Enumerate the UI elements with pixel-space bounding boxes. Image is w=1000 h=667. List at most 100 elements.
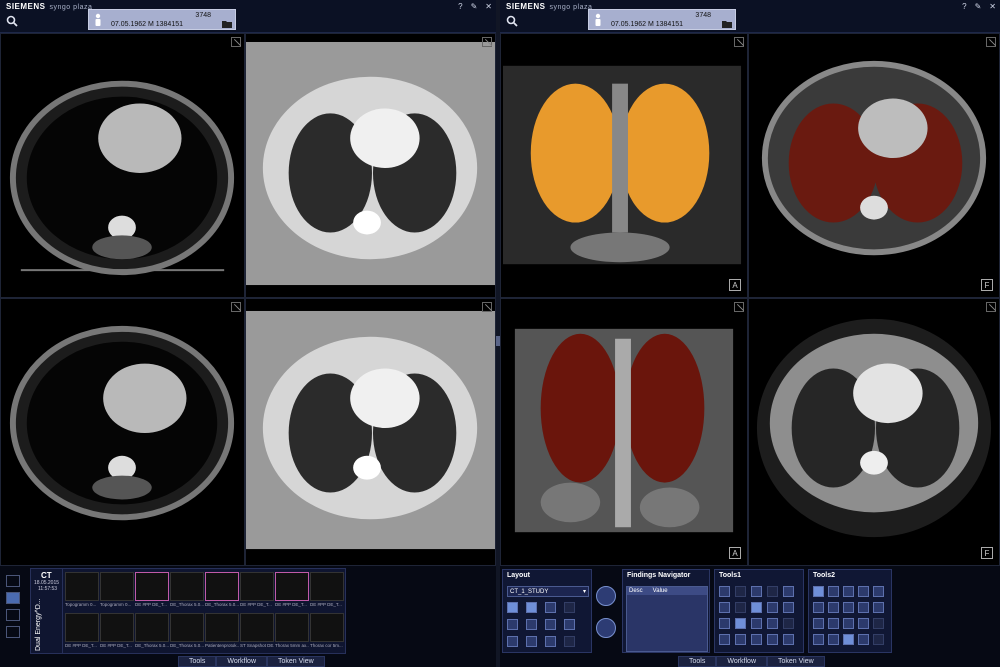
camera-icon[interactable]	[873, 586, 884, 597]
window-level-icon[interactable]	[751, 586, 762, 597]
maximize-viewport-icon[interactable]	[986, 37, 996, 47]
tab-token-view[interactable]: Token View	[267, 656, 325, 667]
arrow-up-left-icon[interactable]	[596, 586, 616, 606]
tab-workflow[interactable]: Workflow	[216, 656, 267, 667]
series-thumbnail[interactable]: Patientenprotok...	[205, 613, 239, 653]
pin-icon[interactable]: ✎	[975, 2, 982, 11]
patient-card[interactable]: 3748 07.05.1962 M 1384151	[88, 9, 236, 30]
viewport-axial-perfusion[interactable]: F	[748, 33, 1000, 298]
series-thumbnail[interactable]: ST Snapshot DE...	[240, 613, 274, 653]
pencil-icon[interactable]	[735, 618, 746, 629]
layout-3x1-icon[interactable]	[526, 619, 537, 630]
ruler-icon[interactable]	[767, 618, 778, 629]
findings-table[interactable]: Desc Value	[626, 586, 708, 652]
viewport-axial-lung-2[interactable]	[245, 298, 496, 566]
series-thumbnail[interactable]: DE #PP DE_T...	[65, 613, 99, 653]
key-icon[interactable]	[813, 602, 824, 613]
viewport-axial-lung-1[interactable]	[245, 33, 496, 298]
maximize-viewport-icon[interactable]	[482, 37, 492, 47]
invert-icon[interactable]	[858, 602, 869, 613]
tab-tools[interactable]: Tools	[178, 656, 217, 667]
folder-icon[interactable]	[722, 20, 732, 28]
viewport-coronal-perfusion[interactable]: A	[500, 298, 748, 566]
search-icon[interactable]	[506, 15, 518, 27]
layout-1x3-icon[interactable]	[545, 619, 556, 630]
rotate-icon[interactable]	[767, 602, 778, 613]
series-thumbnail[interactable]: DE #PP DE_T...	[135, 572, 169, 612]
reset-icon[interactable]	[858, 634, 869, 645]
maximize-viewport-icon[interactable]	[231, 37, 241, 47]
maximize-viewport-icon[interactable]	[986, 302, 996, 312]
series-thumbnail[interactable]: DE #PP DE_T...	[100, 613, 134, 653]
copy-icon[interactable]	[751, 634, 762, 645]
search-icon[interactable]	[6, 15, 18, 27]
measure-icon[interactable]	[719, 618, 730, 629]
crosshair-icon[interactable]	[843, 586, 854, 597]
viewport-axial-mediastinal-2[interactable]	[0, 298, 245, 566]
series-thumbnail[interactable]: DE_Thorax 5.0...	[135, 613, 169, 653]
layout-2x1-icon[interactable]	[507, 619, 518, 630]
layout-custom-icon[interactable]	[526, 636, 537, 647]
rotate-3d-icon[interactable]	[828, 634, 839, 645]
patient-card[interactable]: 3748 07.05.1962 M 1384151	[588, 9, 736, 30]
sync-icon[interactable]	[858, 618, 869, 629]
brush-icon[interactable]	[813, 586, 824, 597]
layout-select[interactable]: CT_1_STUDY ▾	[507, 586, 589, 597]
layout-1x1-icon[interactable]	[507, 602, 518, 613]
col-value[interactable]: Value	[653, 588, 668, 594]
series-thumbnail[interactable]: Topogramm 0...	[65, 572, 99, 612]
tab-token-view[interactable]: Token View	[767, 656, 825, 667]
layout-grid-icon[interactable]	[6, 575, 20, 587]
save-icon[interactable]	[783, 634, 794, 645]
col-desc[interactable]: Desc	[629, 588, 643, 594]
viewport-axial-mediastinal-1[interactable]	[0, 33, 245, 298]
cine-icon[interactable]	[828, 618, 839, 629]
roi-icon[interactable]	[735, 634, 746, 645]
refresh-icon[interactable]	[6, 609, 20, 621]
text-icon[interactable]	[751, 618, 762, 629]
pin-icon[interactable]: ✎	[471, 2, 478, 11]
series-thumbnail[interactable]: DE_Thorax 5.0...	[170, 572, 204, 612]
fly-through-icon[interactable]	[858, 586, 869, 597]
filter-icon[interactable]	[843, 618, 854, 629]
close-icon[interactable]: ✕	[485, 2, 492, 11]
series-thumbnail[interactable]: DE_Thorax 5.0...	[170, 613, 204, 653]
slab-icon[interactable]	[813, 618, 824, 629]
tab-workflow[interactable]: Workflow	[716, 656, 767, 667]
zoom-icon[interactable]	[783, 586, 794, 597]
angle-icon[interactable]	[719, 634, 730, 645]
scissors-icon[interactable]	[843, 602, 854, 613]
layout-mpr-icon[interactable]	[545, 636, 556, 647]
3d-cube-icon[interactable]	[6, 626, 20, 638]
delete-icon[interactable]	[767, 634, 778, 645]
light-icon[interactable]	[813, 634, 824, 645]
people-icon[interactable]	[783, 602, 794, 613]
layout-2x2-icon[interactable]	[545, 602, 556, 613]
close-icon[interactable]: ✕	[989, 2, 996, 11]
magnifier-icon[interactable]	[828, 586, 839, 597]
layout-1x2-icon[interactable]	[526, 602, 537, 613]
series-thumbnail[interactable]: Thorax cor 5m...	[310, 613, 344, 653]
tab-tools[interactable]: Tools	[678, 656, 717, 667]
series-thumbnail[interactable]: Thorax 5mm ax...	[275, 613, 309, 653]
highlight-icon[interactable]	[843, 634, 854, 645]
help-icon[interactable]: ?	[962, 2, 966, 11]
series-thumbnail[interactable]: DE_Thorax 5.0...	[205, 572, 239, 612]
layout-4x4-icon[interactable]	[507, 636, 518, 647]
layout-3x3-icon[interactable]	[564, 619, 575, 630]
series-thumbnail[interactable]: DE #PP DE_T...	[240, 572, 274, 612]
folder-icon[interactable]	[222, 20, 232, 28]
series-thumbnail[interactable]: DE #PP DE_T...	[275, 572, 309, 612]
arrow-icon[interactable]	[751, 602, 762, 613]
help-icon[interactable]: ?	[458, 2, 462, 11]
maximize-viewport-icon[interactable]	[231, 302, 241, 312]
viewport-vrt-lungs[interactable]: A	[500, 33, 748, 298]
3d-icon[interactable]	[873, 602, 884, 613]
series-view-icon[interactable]	[6, 592, 20, 604]
series-thumbnail[interactable]: Topogramm 0...	[100, 572, 134, 612]
maximize-viewport-icon[interactable]	[482, 302, 492, 312]
series-thumbnail[interactable]: DE #PP DE_T...	[310, 572, 344, 612]
mask-icon[interactable]	[828, 602, 839, 613]
stack-icon[interactable]	[719, 586, 730, 597]
viewport-axial-lung-3[interactable]: F	[748, 298, 1000, 566]
